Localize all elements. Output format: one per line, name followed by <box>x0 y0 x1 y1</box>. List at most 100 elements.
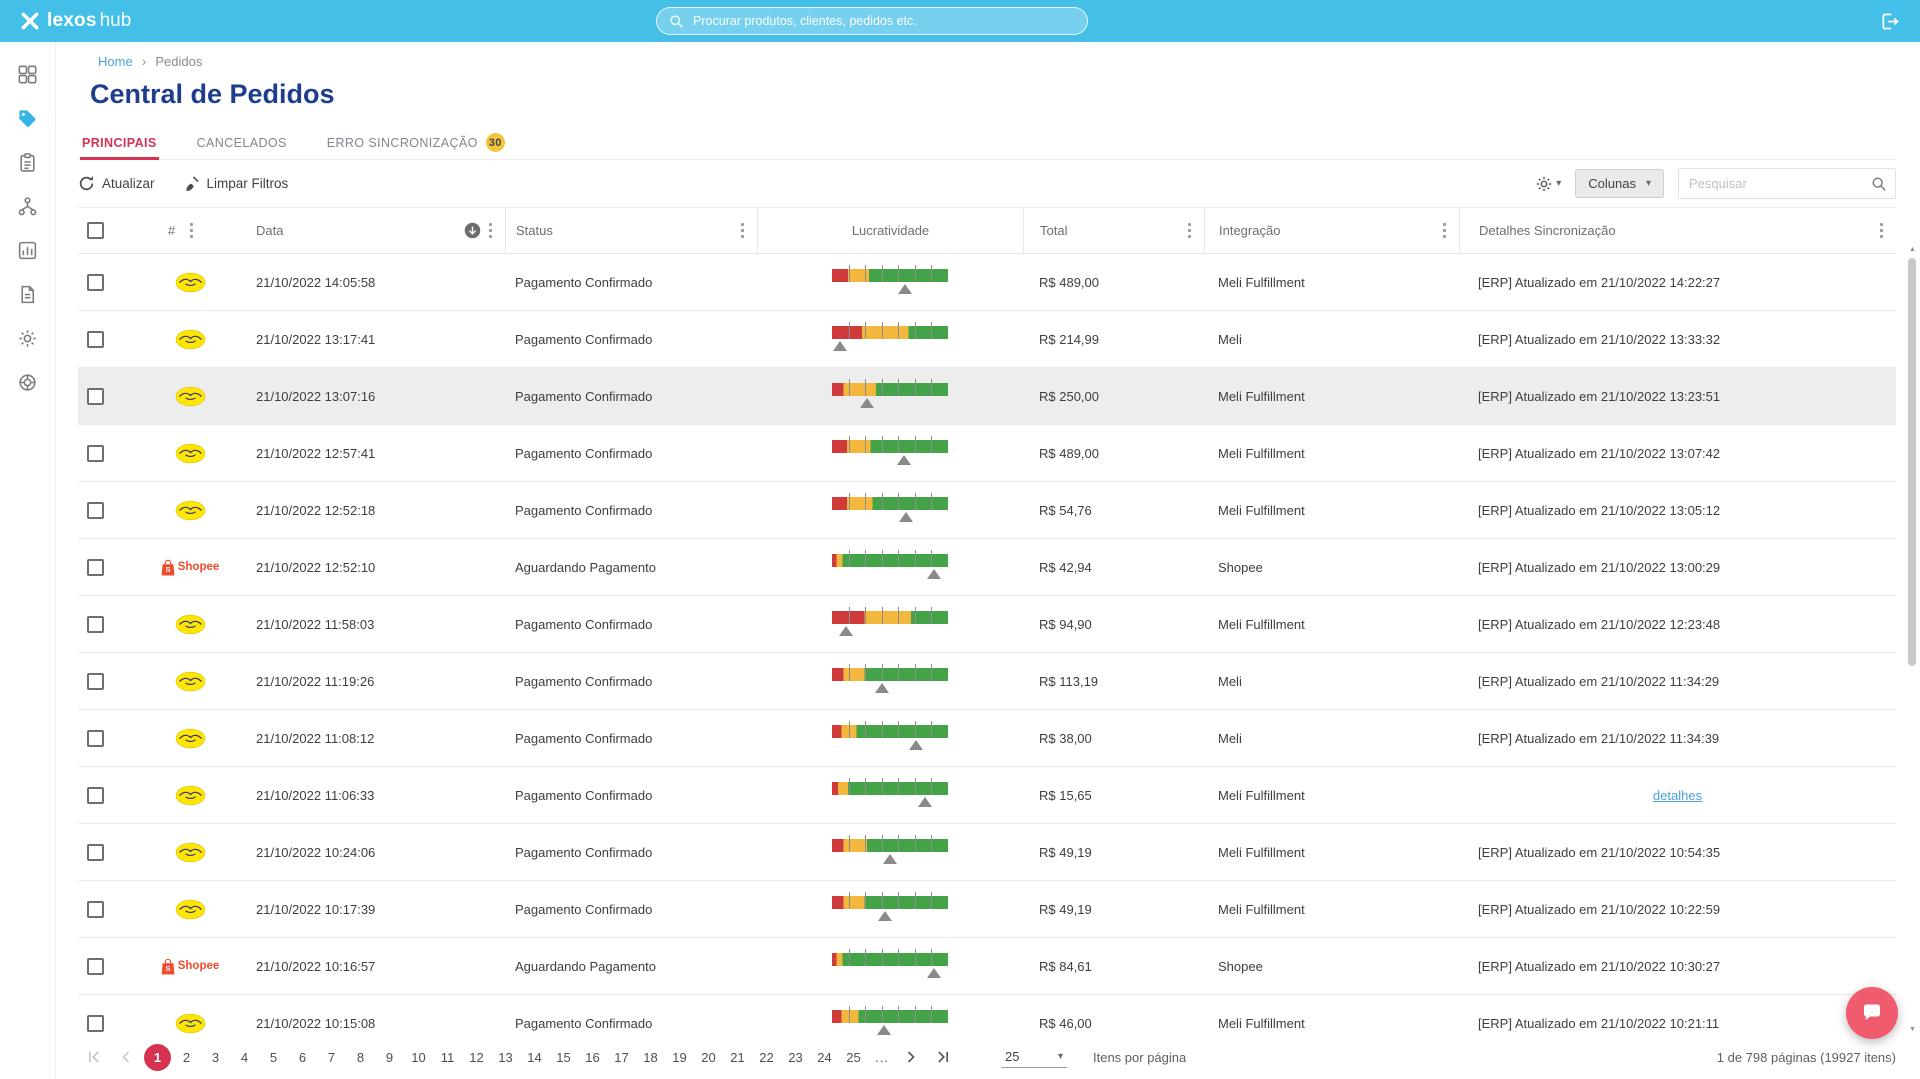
table-row[interactable]: 21/10/2022 10:17:39Pagamento ConfirmadoR… <box>78 881 1896 938</box>
column-header-status[interactable]: Status <box>505 208 757 253</box>
lexos-logo[interactable]: lexoshub <box>20 10 131 32</box>
column-header-integracao[interactable]: Integração <box>1204 208 1459 253</box>
page-button-12[interactable]: 12 <box>463 1044 490 1071</box>
row-checkbox[interactable] <box>87 616 104 633</box>
scroll-down-arrow-icon[interactable]: ▼ <box>1907 1026 1918 1033</box>
column-menu-icon[interactable] <box>189 222 194 239</box>
table-row[interactable]: SShopee21/10/2022 12:52:10Aguardando Pag… <box>78 539 1896 596</box>
page-button-10[interactable]: 10 <box>405 1044 432 1071</box>
page-button-15[interactable]: 15 <box>550 1044 577 1071</box>
table-settings-button[interactable]: ▾ <box>1535 175 1561 193</box>
select-all-checkbox[interactable] <box>87 222 104 239</box>
page-button-14[interactable]: 14 <box>521 1044 548 1071</box>
page-button-1[interactable]: 1 <box>144 1044 171 1071</box>
previous-page-button[interactable] <box>110 1047 142 1067</box>
page-button-22[interactable]: 22 <box>753 1044 780 1071</box>
last-page-button[interactable] <box>927 1047 959 1067</box>
sidebar-item-reports[interactable] <box>0 228 56 272</box>
sync-detalhes-link[interactable]: detalhes <box>1653 788 1702 803</box>
refresh-button[interactable]: Atualizar <box>78 175 155 192</box>
sort-desc-icon[interactable] <box>464 222 481 239</box>
logout-button[interactable] <box>1879 11 1900 32</box>
tab-erro-sincroniza-o[interactable]: ERRO SINCRONIZAÇÃO30 <box>325 126 507 159</box>
column-header-data[interactable]: Data <box>245 208 505 253</box>
scrollbar-thumb[interactable] <box>1908 258 1916 666</box>
row-checkbox[interactable] <box>87 673 104 690</box>
row-checkbox[interactable] <box>87 445 104 462</box>
pagination-ellipsis[interactable]: ... <box>869 1050 895 1065</box>
column-header-lucratividade[interactable]: Lucratividade <box>757 208 1023 253</box>
table-row[interactable]: 21/10/2022 10:15:08Pagamento ConfirmadoR… <box>78 995 1896 1035</box>
row-checkbox[interactable] <box>87 559 104 576</box>
column-header-detalhes[interactable]: Detalhes Sincronização <box>1459 208 1896 253</box>
column-menu-icon[interactable] <box>1187 222 1192 239</box>
table-row[interactable]: 21/10/2022 11:19:26Pagamento ConfirmadoR… <box>78 653 1896 710</box>
table-row[interactable]: 21/10/2022 14:05:58Pagamento ConfirmadoR… <box>78 254 1896 311</box>
sidebar-item-dashboard[interactable] <box>0 52 56 96</box>
clear-filters-button[interactable]: Limpar Filtros <box>183 175 289 192</box>
page-button-5[interactable]: 5 <box>260 1044 287 1071</box>
table-row[interactable]: 21/10/2022 10:24:06Pagamento ConfirmadoR… <box>78 824 1896 881</box>
row-checkbox[interactable] <box>87 901 104 918</box>
column-menu-icon[interactable] <box>740 222 745 239</box>
table-search-input[interactable] <box>1689 176 1871 191</box>
scroll-up-arrow-icon[interactable]: ▲ <box>1907 246 1918 253</box>
page-button-20[interactable]: 20 <box>695 1044 722 1071</box>
table-row[interactable]: 21/10/2022 12:52:18Pagamento ConfirmadoR… <box>78 482 1896 539</box>
tab-cancelados[interactable]: CANCELADOS <box>195 126 289 159</box>
sidebar-item-orders[interactable] <box>0 140 56 184</box>
page-button-16[interactable]: 16 <box>579 1044 606 1071</box>
row-checkbox[interactable] <box>87 730 104 747</box>
tab-principais[interactable]: PRINCIPAIS <box>80 126 159 159</box>
page-button-8[interactable]: 8 <box>347 1044 374 1071</box>
page-button-11[interactable]: 11 <box>434 1044 461 1071</box>
page-size-select[interactable]: 25 ▾ <box>1001 1046 1067 1068</box>
page-button-9[interactable]: 9 <box>376 1044 403 1071</box>
sidebar-item-support[interactable] <box>0 360 56 404</box>
sidebar-item-documents[interactable] <box>0 272 56 316</box>
page-button-3[interactable]: 3 <box>202 1044 229 1071</box>
table-row[interactable]: 21/10/2022 13:17:41Pagamento ConfirmadoR… <box>78 311 1896 368</box>
column-menu-icon[interactable] <box>488 222 493 239</box>
vertical-scrollbar[interactable]: ▲ ▼ <box>1907 246 1918 1033</box>
table-search[interactable] <box>1678 168 1896 199</box>
breadcrumb-home-link[interactable]: Home <box>98 54 133 69</box>
search-icon[interactable] <box>1871 176 1887 192</box>
next-page-button[interactable] <box>895 1047 927 1067</box>
page-button-6[interactable]: 6 <box>289 1044 316 1071</box>
columns-button[interactable]: Colunas ▾ <box>1575 169 1664 198</box>
page-button-17[interactable]: 17 <box>608 1044 635 1071</box>
column-menu-icon[interactable] <box>1879 222 1884 239</box>
table-row[interactable]: 21/10/2022 12:57:41Pagamento ConfirmadoR… <box>78 425 1896 482</box>
page-button-2[interactable]: 2 <box>173 1044 200 1071</box>
page-button-4[interactable]: 4 <box>231 1044 258 1071</box>
row-checkbox[interactable] <box>87 958 104 975</box>
row-checkbox[interactable] <box>87 844 104 861</box>
table-row[interactable]: 21/10/2022 11:08:12Pagamento ConfirmadoR… <box>78 710 1896 767</box>
page-button-19[interactable]: 19 <box>666 1044 693 1071</box>
first-page-button[interactable] <box>78 1047 110 1067</box>
table-row[interactable]: 21/10/2022 13:07:16Pagamento ConfirmadoR… <box>78 368 1896 425</box>
row-checkbox[interactable] <box>87 274 104 291</box>
global-search-input[interactable] <box>693 14 1075 28</box>
page-button-23[interactable]: 23 <box>782 1044 809 1071</box>
column-header-marketplace[interactable]: # <box>135 208 245 253</box>
row-checkbox[interactable] <box>87 331 104 348</box>
page-button-7[interactable]: 7 <box>318 1044 345 1071</box>
table-row[interactable]: 21/10/2022 11:58:03Pagamento ConfirmadoR… <box>78 596 1896 653</box>
sidebar-item-settings[interactable] <box>0 316 56 360</box>
global-search[interactable] <box>656 7 1088 35</box>
page-button-25[interactable]: 25 <box>840 1044 867 1071</box>
table-row[interactable]: SShopee21/10/2022 10:16:57Aguardando Pag… <box>78 938 1896 995</box>
chat-launcher-button[interactable] <box>1846 987 1898 1039</box>
page-button-18[interactable]: 18 <box>637 1044 664 1071</box>
row-checkbox[interactable] <box>87 787 104 804</box>
row-checkbox[interactable] <box>87 502 104 519</box>
row-checkbox[interactable] <box>87 1015 104 1032</box>
page-button-21[interactable]: 21 <box>724 1044 751 1071</box>
sidebar-item-integrations[interactable] <box>0 184 56 228</box>
sidebar-item-products[interactable] <box>0 96 56 140</box>
column-menu-icon[interactable] <box>1442 222 1447 239</box>
page-button-24[interactable]: 24 <box>811 1044 838 1071</box>
column-header-total[interactable]: Total <box>1023 208 1204 253</box>
